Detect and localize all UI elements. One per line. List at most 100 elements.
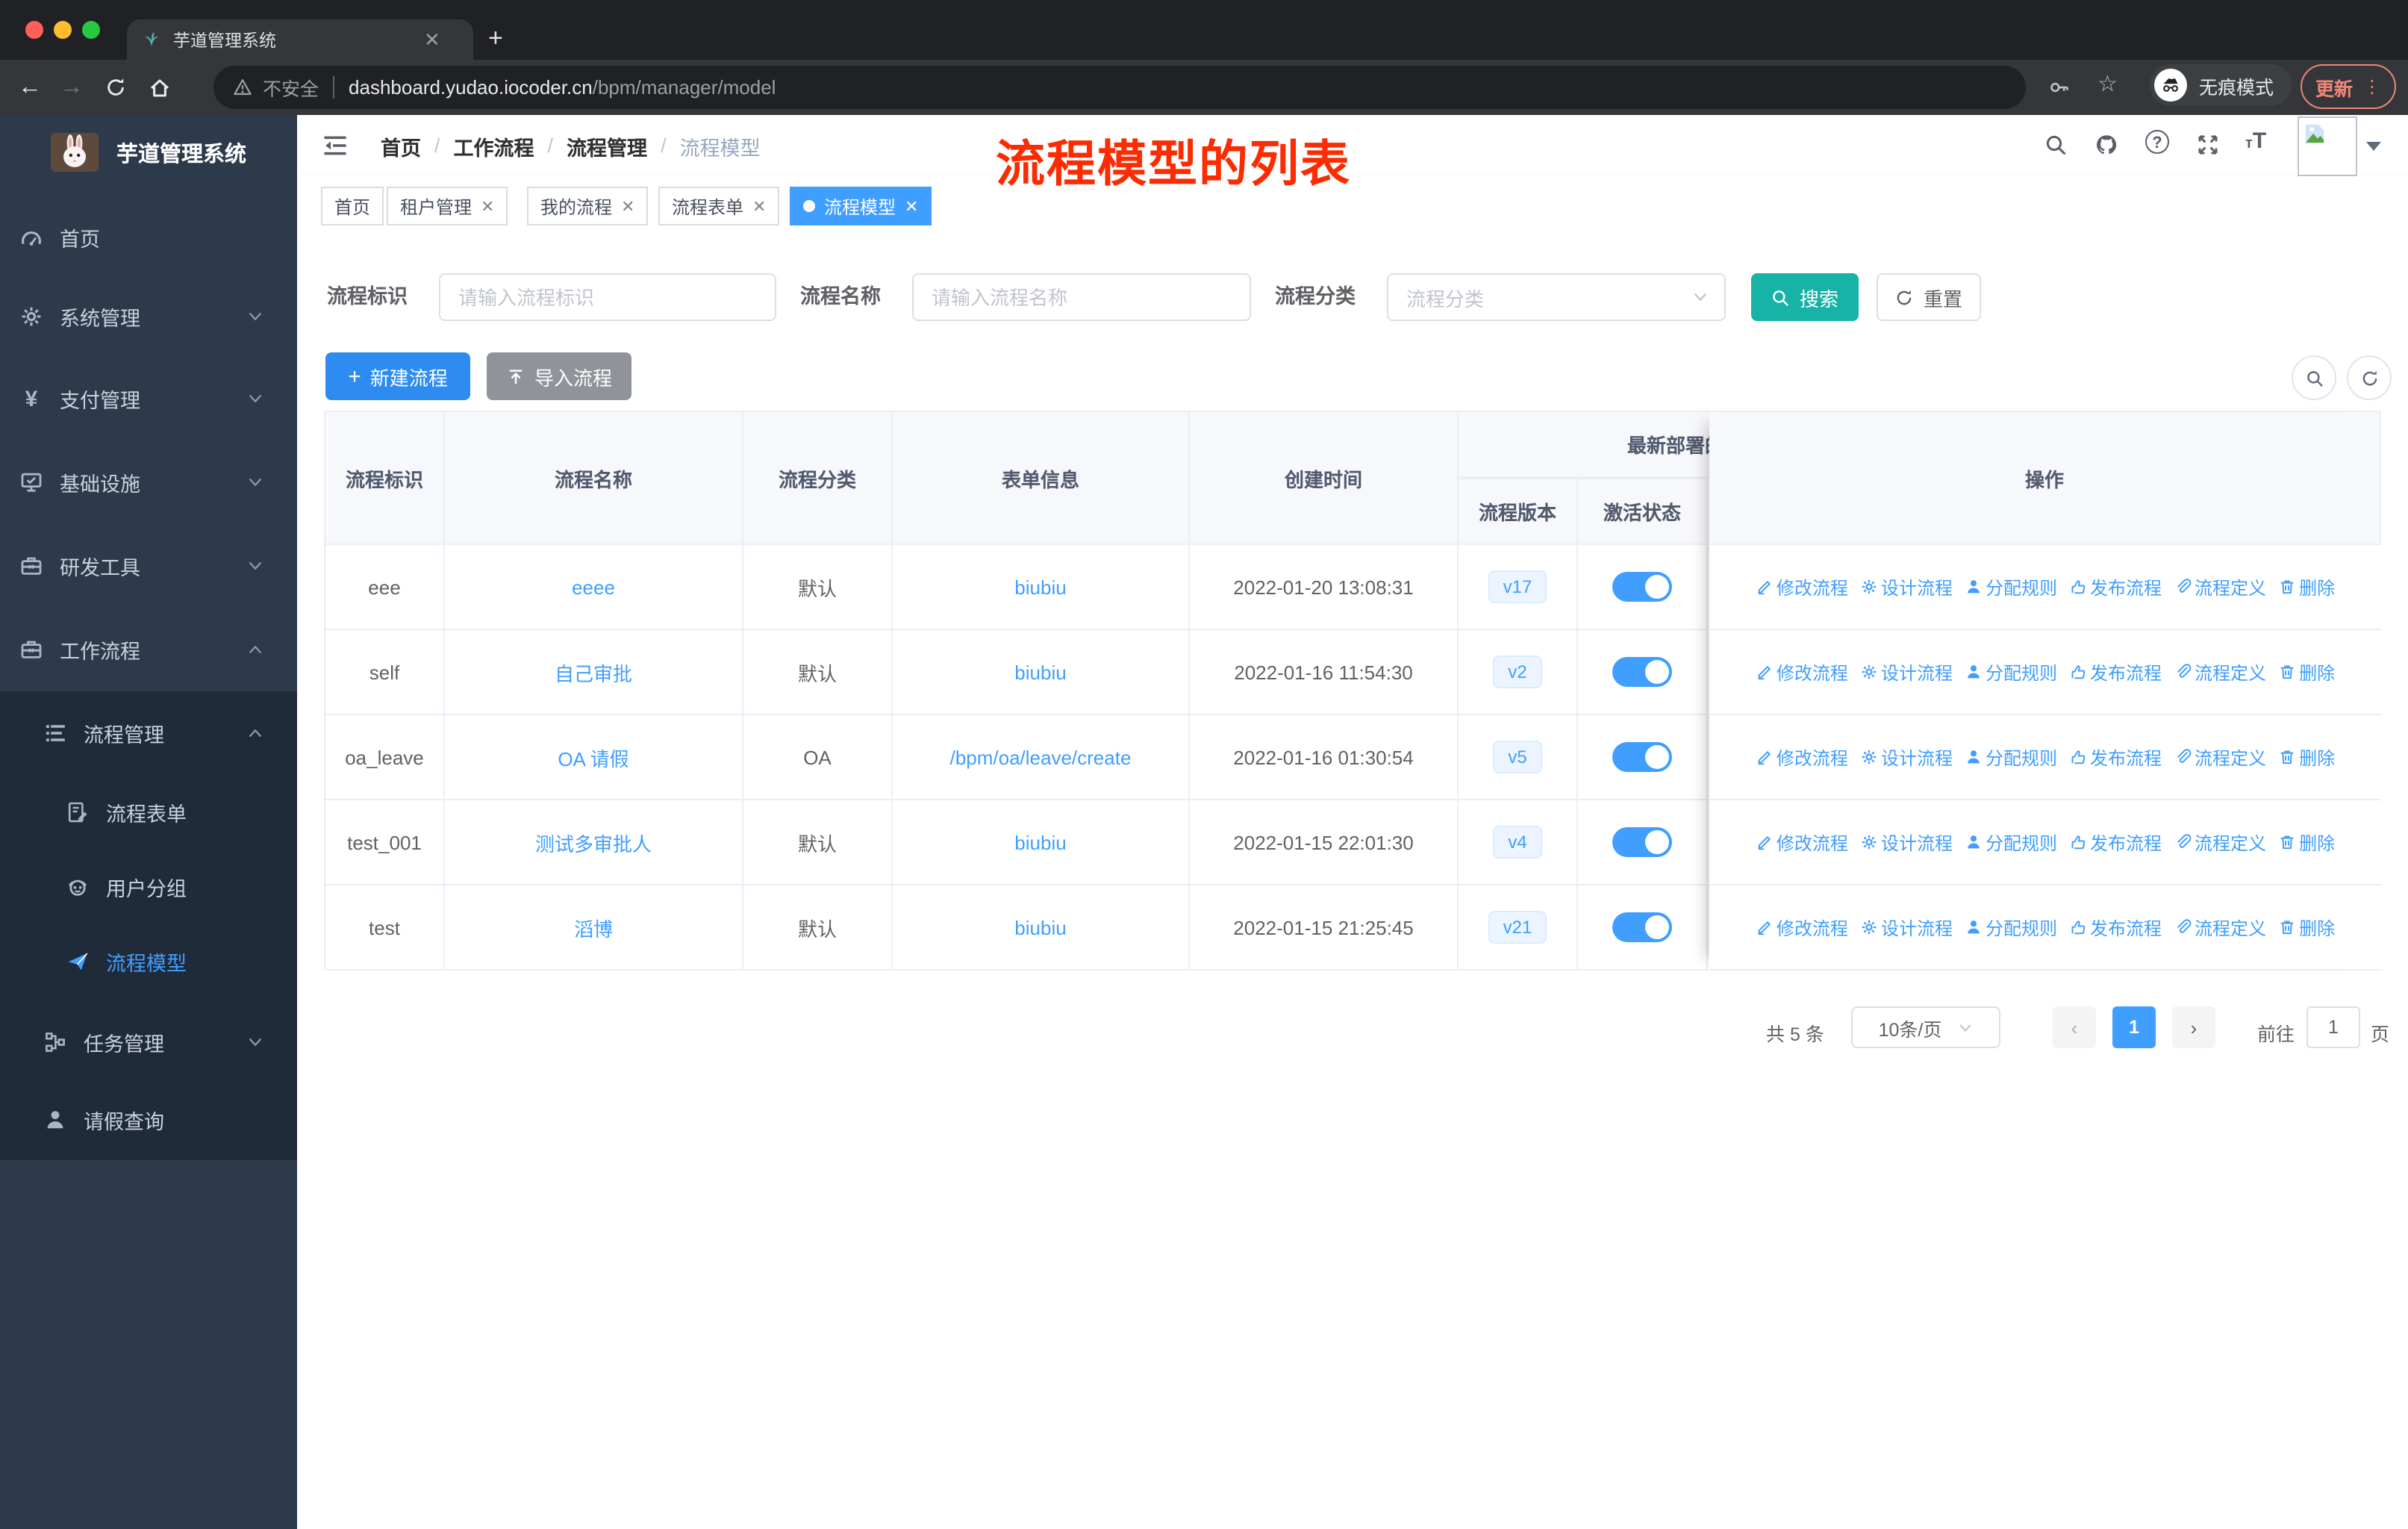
sidebar-item-process-management[interactable]: 流程管理 — [0, 694, 297, 772]
edit-process-link[interactable]: 修改流程 — [1756, 915, 1848, 940]
sidebar-item-dev-tools[interactable]: 研发工具 — [0, 527, 297, 605]
assign-rule-link[interactable]: 分配规则 — [1965, 744, 2057, 770]
prev-page-button[interactable]: ‹ — [2053, 1006, 2096, 1048]
sidebar-item-payment[interactable]: ¥ 支付管理 — [0, 360, 297, 437]
forward-icon[interactable]: → — [60, 74, 84, 101]
sidebar-item-task-management[interactable]: 任务管理 — [0, 1003, 297, 1081]
form-link[interactable]: biubiu — [1014, 916, 1066, 938]
avatar[interactable] — [2298, 116, 2357, 176]
form-link[interactable]: /bpm/oa/leave/create — [950, 746, 1132, 768]
search-icon[interactable] — [2044, 133, 2068, 157]
active-toggle[interactable] — [1612, 827, 1672, 857]
publish-process-link[interactable]: 发布流程 — [2069, 744, 2162, 770]
sidebar-item-leave-query[interactable]: 请假查询 — [0, 1081, 297, 1159]
publish-process-link[interactable]: 发布流程 — [2069, 574, 2162, 600]
process-definition-link[interactable]: 流程定义 — [2174, 659, 2266, 685]
edit-process-link[interactable]: 修改流程 — [1756, 829, 1848, 855]
process-name-link[interactable]: 测试多审批人 — [535, 828, 652, 856]
browser-update-button[interactable]: 更新 ⋮ — [2301, 64, 2396, 109]
create-process-button[interactable]: + 新建流程 — [325, 352, 470, 400]
tag-my-process[interactable]: 我的流程 ✕ — [527, 187, 649, 225]
tag-tenant[interactable]: 租户管理 ✕ — [387, 187, 508, 225]
design-process-link[interactable]: 设计流程 — [1860, 659, 1953, 685]
reset-button[interactable]: 重置 — [1877, 273, 1981, 321]
help-icon[interactable]: ? — [2145, 130, 2169, 154]
form-link[interactable]: biubiu — [1014, 661, 1066, 683]
process-id-input[interactable] — [439, 273, 776, 321]
breadcrumb-process-management[interactable]: 流程管理 — [567, 131, 647, 161]
process-name-link[interactable]: OA 请假 — [558, 743, 628, 771]
toggle-search-button[interactable] — [2292, 355, 2336, 400]
page-size-select[interactable]: 10条/页 — [1851, 1006, 2000, 1048]
password-key-icon[interactable] — [2048, 76, 2071, 99]
assign-rule-link[interactable]: 分配规则 — [1965, 659, 2057, 685]
tag-home[interactable]: 首页 — [321, 187, 384, 225]
process-definition-link[interactable]: 流程定义 — [2174, 829, 2266, 855]
category-select[interactable]: 流程分类 — [1387, 273, 1726, 321]
window-close-button[interactable] — [25, 21, 43, 39]
process-definition-link[interactable]: 流程定义 — [2174, 744, 2266, 770]
sidebar-item-process-form[interactable]: 流程表单 — [0, 773, 297, 851]
sidebar-item-workflow[interactable]: 工作流程 — [0, 611, 297, 688]
publish-process-link[interactable]: 发布流程 — [2069, 829, 2162, 855]
goto-page-input[interactable] — [2306, 1006, 2360, 1048]
fullscreen-icon[interactable] — [2196, 133, 2220, 157]
tag-process-form[interactable]: 流程表单 ✕ — [658, 187, 780, 225]
reload-icon[interactable] — [105, 76, 127, 99]
url-bar[interactable]: 不安全 dashboard.yudao.iocoder.cn/bpm/manag… — [213, 66, 2026, 109]
tag-close-icon[interactable]: ✕ — [621, 196, 634, 216]
process-definition-link[interactable]: 流程定义 — [2174, 574, 2266, 600]
tag-close-icon[interactable]: ✕ — [905, 196, 918, 216]
window-zoom-button[interactable] — [82, 21, 100, 39]
publish-process-link[interactable]: 发布流程 — [2069, 915, 2162, 940]
process-name-link[interactable]: 自己审批 — [555, 658, 632, 686]
tag-close-icon[interactable]: ✕ — [752, 196, 766, 216]
publish-process-link[interactable]: 发布流程 — [2069, 659, 2162, 685]
delete-link[interactable]: 删除 — [2278, 915, 2335, 940]
sidebar-item-system[interactable]: 系统管理 — [0, 278, 297, 355]
delete-link[interactable]: 删除 — [2278, 574, 2335, 600]
tab-close-icon[interactable]: ✕ — [424, 28, 440, 52]
refresh-table-button[interactable] — [2347, 355, 2392, 400]
sidebar-logo[interactable]: 芋道管理系统 — [0, 115, 297, 190]
next-page-button[interactable]: › — [2172, 1006, 2215, 1048]
form-link[interactable]: biubiu — [1014, 831, 1066, 853]
assign-rule-link[interactable]: 分配规则 — [1965, 829, 2057, 855]
not-secure-warning-icon[interactable] — [233, 78, 252, 97]
edit-process-link[interactable]: 修改流程 — [1756, 744, 1848, 770]
active-toggle[interactable] — [1612, 657, 1672, 687]
assign-rule-link[interactable]: 分配规则 — [1965, 915, 2057, 940]
delete-link[interactable]: 删除 — [2278, 744, 2335, 770]
new-tab-button[interactable]: + — [488, 19, 503, 58]
process-name-link[interactable]: 滔博 — [574, 913, 613, 941]
sidebar-item-process-model[interactable]: 流程模型 — [0, 923, 297, 1000]
breadcrumb-workflow[interactable]: 工作流程 — [454, 131, 534, 161]
delete-link[interactable]: 删除 — [2278, 659, 2335, 685]
back-icon[interactable]: ← — [18, 74, 42, 101]
sidebar-item-user-group[interactable]: 用户分组 — [0, 848, 297, 926]
active-toggle[interactable] — [1612, 572, 1672, 602]
bookmark-star-icon[interactable]: ☆ — [2097, 70, 2118, 97]
import-process-button[interactable]: 导入流程 — [487, 352, 631, 400]
active-toggle[interactable] — [1612, 742, 1672, 772]
sidebar-item-home[interactable]: 首页 — [0, 199, 297, 276]
sidebar-item-infrastructure[interactable]: 基础设施 — [0, 443, 297, 521]
design-process-link[interactable]: 设计流程 — [1860, 829, 1953, 855]
current-page-button[interactable]: 1 — [2112, 1006, 2156, 1048]
design-process-link[interactable]: 设计流程 — [1860, 574, 1953, 600]
edit-process-link[interactable]: 修改流程 — [1756, 659, 1848, 685]
delete-link[interactable]: 删除 — [2278, 829, 2335, 855]
process-name-link[interactable]: eeee — [572, 576, 615, 598]
process-definition-link[interactable]: 流程定义 — [2174, 915, 2266, 940]
design-process-link[interactable]: 设计流程 — [1860, 915, 1953, 940]
assign-rule-link[interactable]: 分配规则 — [1965, 574, 2057, 600]
avatar-caret-icon[interactable] — [2366, 142, 2381, 151]
design-process-link[interactable]: 设计流程 — [1860, 744, 1953, 770]
process-name-input[interactable] — [912, 273, 1251, 321]
home-icon[interactable] — [148, 75, 172, 99]
tag-close-icon[interactable]: ✕ — [481, 196, 494, 216]
tag-process-model[interactable]: 流程模型 ✕ — [790, 187, 932, 225]
window-minimize-button[interactable] — [54, 21, 72, 39]
active-toggle[interactable] — [1612, 912, 1672, 942]
breadcrumb-home[interactable]: 首页 — [381, 131, 421, 161]
